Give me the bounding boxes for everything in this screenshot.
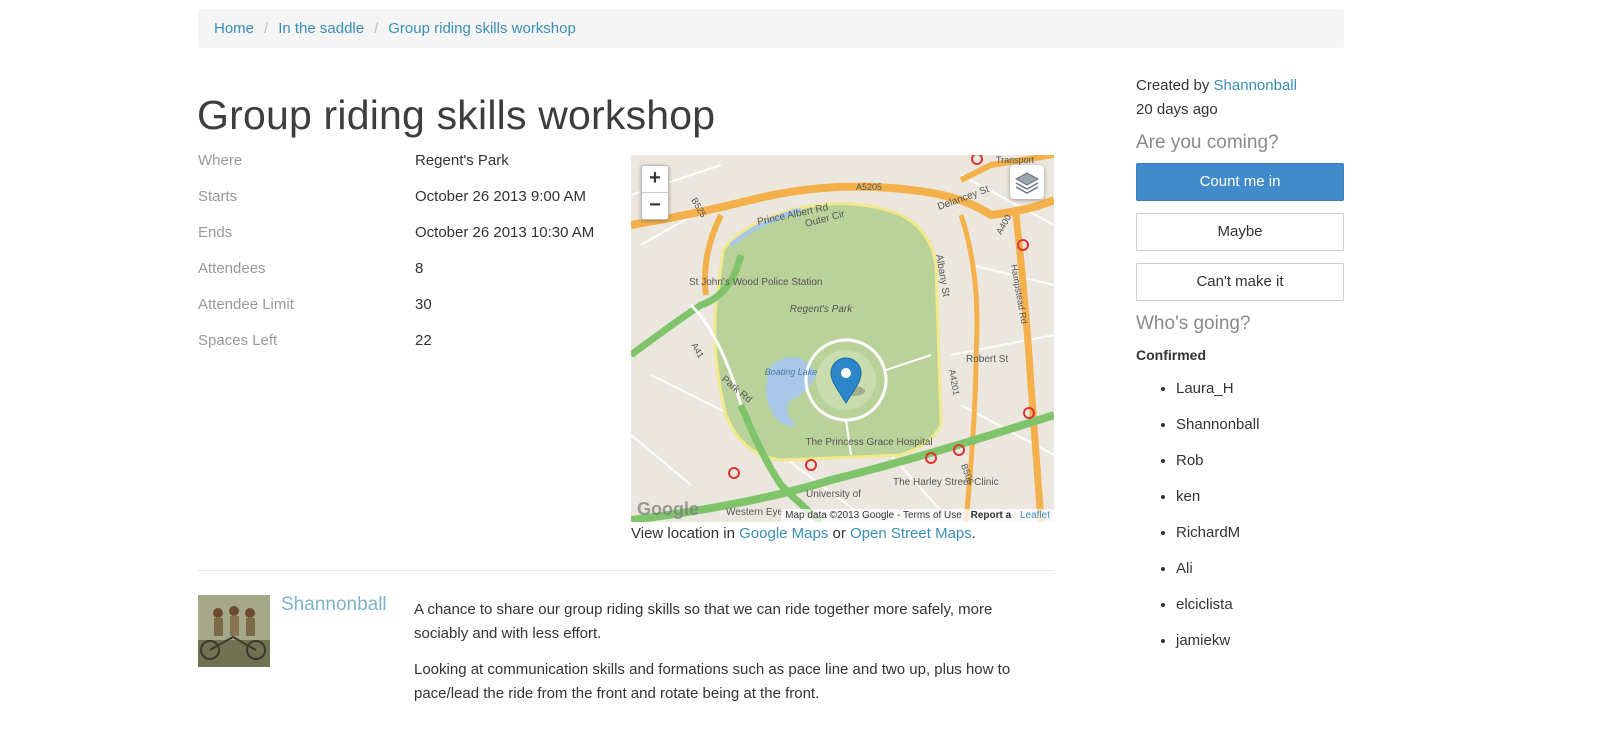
attendee-item: RichardM <box>1176 521 1344 557</box>
open-street-maps-link[interactable]: Open Street Maps <box>850 525 972 542</box>
location-map[interactable]: Prince Albert Rd Outer Cir Regent's Park… <box>631 155 1054 522</box>
zoom-out-button[interactable]: − <box>642 192 668 219</box>
leaflet-link[interactable]: Leaflet <box>1020 510 1050 521</box>
breadcrumb: Home / In the saddle / Group riding skills w… <box>198 9 1344 48</box>
zoom-in-button[interactable]: + <box>642 166 668 192</box>
detail-label: Attendees <box>198 260 266 277</box>
detail-value: 22 <box>415 332 432 349</box>
view-location-or: or <box>832 525 846 542</box>
map-label-clinic: The Harley Street Clinic <box>893 477 999 488</box>
google-logo: Google <box>637 499 699 519</box>
author-link[interactable]: Shannonball <box>281 594 387 616</box>
view-location-prefix: View location in <box>631 525 735 542</box>
page-title: Group riding skills workshop <box>197 92 716 138</box>
map-attribution-text: Map data ©2013 Google - Terms of Use <box>785 510 962 521</box>
map-label-university: University of <box>806 489 861 500</box>
view-location-text: View location in Google Maps or Open Str… <box>631 525 976 542</box>
google-maps-link[interactable]: Google Maps <box>739 525 828 542</box>
cant-make-it-button[interactable]: Can't make it <box>1136 263 1344 301</box>
attendee-item: Laura_H <box>1176 377 1344 413</box>
breadcrumb-in-the-saddle-link[interactable]: In the saddle <box>278 20 364 37</box>
attendee-item: ken <box>1176 485 1344 521</box>
attendee-list: Laura_H Shannonball Rob ken RichardM Ali… <box>1136 377 1344 665</box>
detail-value: Regent's Park <box>415 152 509 169</box>
description-paragraph: A chance to share our group riding skill… <box>414 601 993 642</box>
map-label-transport: Transport <box>996 155 1035 165</box>
map-label-hospital: The Princess Grace Hospital <box>805 437 932 448</box>
detail-value: 8 <box>415 260 424 277</box>
divider <box>198 570 1054 571</box>
sidebar: Created by Shannonball 20 days ago Are y… <box>1136 74 1344 665</box>
attendee-item: Ali <box>1176 557 1344 593</box>
detail-value: October 26 2013 9:00 AM <box>415 188 586 205</box>
map-label-police: St John's Wood Police Station <box>689 277 822 288</box>
attendees-heading: Who's going? <box>1136 313 1251 334</box>
attendee-item: jamiekw <box>1176 629 1344 665</box>
detail-label: Spaces Left <box>198 332 278 349</box>
breadcrumb-separator: / <box>374 20 379 37</box>
map-zoom-control: + − <box>641 165 669 220</box>
breadcrumb-home-link[interactable]: Home <box>214 20 254 37</box>
created-by-label: Created by <box>1136 77 1210 94</box>
confirmed-label: Confirmed <box>1136 347 1206 363</box>
creator-link[interactable]: Shannonball <box>1214 77 1297 94</box>
map-label-park: Regent's Park <box>790 304 853 315</box>
map-label-western-eye: Western Eye <box>726 507 783 518</box>
attendee-item: Rob <box>1176 449 1344 485</box>
attendee-item: elciclista <box>1176 593 1344 629</box>
detail-label: Where <box>198 152 243 169</box>
breadcrumb-separator: / <box>264 20 269 37</box>
description-paragraph: Looking at communication skills and form… <box>414 661 1011 702</box>
avatar-image <box>198 595 270 667</box>
map-attribution: Map data ©2013 Google - Terms of Use Rep… <box>781 509 1054 522</box>
map-label-boating-lake: Boating Lake <box>765 367 818 377</box>
maybe-button[interactable]: Maybe <box>1136 213 1344 251</box>
attendee-item: Shannonball <box>1176 413 1344 449</box>
layers-button[interactable] <box>1010 165 1044 199</box>
layers-icon <box>1014 172 1040 194</box>
created-time: 20 days ago <box>1136 101 1218 118</box>
detail-label: Attendee Limit <box>198 296 294 313</box>
map-label-robert-st: Robert St <box>966 354 1008 365</box>
event-description: A chance to share our group riding skill… <box>414 598 1034 718</box>
report-link[interactable]: Report a <box>971 510 1012 521</box>
count-me-in-button[interactable]: Count me in <box>1136 163 1344 201</box>
detail-label: Ends <box>198 224 233 241</box>
rsvp-heading: Are you coming? <box>1136 132 1279 153</box>
detail-label: Starts <box>198 188 238 205</box>
created-by: Created by Shannonball <box>1136 74 1344 98</box>
map-tiles[interactable]: Prince Albert Rd Outer Cir Regent's Park… <box>631 155 1054 522</box>
breadcrumb-current-link[interactable]: Group riding skills workshop <box>388 20 576 37</box>
detail-value: 30 <box>415 296 432 313</box>
detail-value: October 26 2013 10:30 AM <box>415 224 595 241</box>
view-location-suffix: . <box>971 525 976 542</box>
map-label-a5205: A5205 <box>856 182 882 192</box>
avatar[interactable] <box>198 595 270 667</box>
